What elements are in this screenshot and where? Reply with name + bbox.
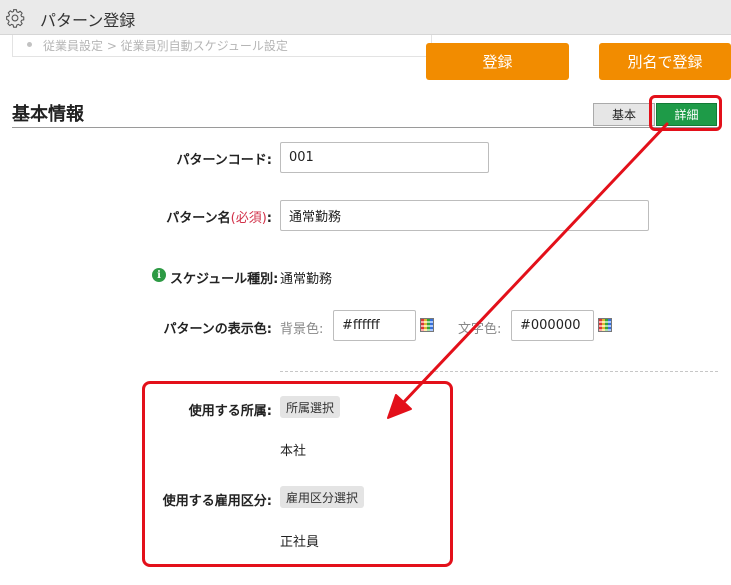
annotation-arrow xyxy=(387,122,669,419)
